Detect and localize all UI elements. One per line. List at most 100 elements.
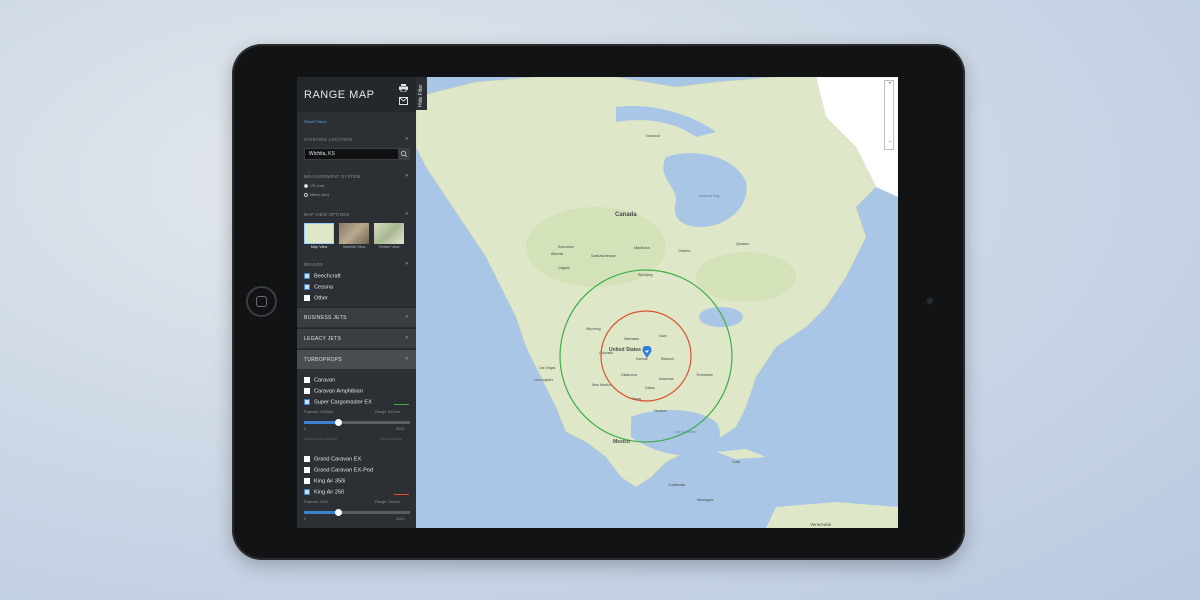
payload-text: Payload: 1000lbs	[304, 410, 334, 414]
radio-button[interactable]	[304, 193, 308, 197]
checkbox[interactable]	[304, 489, 310, 495]
zoom-control: + −	[884, 80, 894, 150]
brand-cessna[interactable]: Cessna	[304, 284, 333, 290]
label-oklahoma: Oklahoma	[621, 373, 637, 377]
label-colorado: Colorado	[599, 351, 613, 355]
measurement-label: MEASUREMENT SYSTEM	[304, 174, 361, 179]
label-los-angeles: Los Angeles	[534, 378, 553, 382]
map-view-thumb[interactable]	[304, 223, 334, 244]
aircraft-grand-caravan-ex-pod[interactable]: Grand Caravan EX-Pod	[304, 467, 373, 473]
slider-max: 2000	[396, 517, 405, 521]
label-missouri: Missouri	[661, 357, 674, 361]
label-edmonton: Edmonton	[558, 245, 574, 249]
map-view-label-text: Map View	[310, 245, 328, 249]
radio-button[interactable]	[304, 184, 308, 188]
start-location-pin[interactable]	[642, 346, 652, 358]
chevron-down-icon: ▾	[405, 356, 408, 362]
slider-handle[interactable]	[334, 419, 342, 426]
app-title: RANGE MAP	[304, 89, 375, 101]
slider-max: 3000	[396, 427, 405, 431]
aircraft-caravan-amphibian[interactable]: Caravan Amphibian	[304, 388, 363, 394]
payload-text: Payload: 1000	[304, 500, 329, 504]
checkbox-label: Super Cargomaster EX	[314, 399, 372, 406]
search-icon[interactable]	[398, 148, 410, 160]
label-manitoba: Manitoba	[634, 246, 651, 250]
label-cuba: Cuba	[732, 460, 740, 464]
label-mexico: Mexico	[613, 439, 630, 445]
terrain-view-thumb[interactable]	[374, 223, 404, 244]
payload-slider[interactable]	[304, 419, 410, 426]
home-button[interactable]	[246, 286, 277, 317]
hide-filter-tab[interactable]: Hide Filter	[416, 77, 427, 110]
payload-slider[interactable]	[304, 509, 410, 516]
label-winnipeg: Winnipeg	[638, 273, 653, 277]
checkbox-label: King Air 350i	[314, 478, 346, 485]
radio-label: Metric (km)	[310, 193, 329, 197]
range-map[interactable]: Canada United States Mexico Hudson Bay G…	[416, 77, 898, 528]
range-text: Range: 812nm	[375, 410, 400, 414]
checkbox-label: Cessna	[314, 284, 333, 291]
print-icon[interactable]	[399, 84, 408, 92]
checkbox[interactable]	[304, 467, 310, 473]
starting-location-label: STARTING LOCATION	[304, 137, 353, 142]
category-turboprops[interactable]: TURBOPROPS ▾	[297, 349, 416, 369]
radio-metric-km[interactable]: Metric (km)	[304, 193, 329, 197]
label-las-vegas: Las Vegas	[539, 366, 556, 370]
label-wyoming: Wyoming	[586, 327, 601, 331]
category-business-jets[interactable]: BUSINESS JETS ▾	[297, 307, 416, 327]
assumptions-link[interactable]: Assumptions	[380, 437, 402, 441]
slider-min: 0	[304, 427, 307, 431]
aircraft-king-air-350i[interactable]: King Air 350i	[304, 478, 345, 484]
category-legacy-jets[interactable]: LEGACY JETS ▾	[297, 328, 416, 348]
checkbox-label: Grand Caravan EX-Pod	[314, 467, 374, 474]
hide-filter-label: Hide Filter	[418, 84, 424, 107]
chevron-down-icon[interactable]: ▾	[405, 173, 408, 179]
chevron-down-icon: ▾	[405, 314, 408, 320]
label-texas: Texas	[632, 397, 641, 401]
label-houston: Houston	[654, 409, 667, 413]
label-venezuela: Venezuela	[810, 522, 832, 527]
zoom-out-button[interactable]: −	[886, 139, 894, 145]
checkbox[interactable]	[304, 456, 310, 462]
checkbox[interactable]	[304, 399, 310, 405]
brand-beechcraft[interactable]: Beechcraft	[304, 273, 341, 279]
sidebar-header: RANGE MAP	[297, 77, 416, 112]
slider-handle[interactable]	[334, 509, 342, 516]
checkbox-label: Caravan Amphibian	[314, 388, 363, 395]
brands-label: BRANDS	[304, 262, 324, 267]
mail-icon[interactable]	[399, 97, 408, 105]
explore-aircraft-link[interactable]: Explore this Aircraft	[304, 437, 337, 441]
slider-fill	[304, 511, 338, 514]
label-dallas: Dallas	[645, 386, 655, 390]
radio-us-nm[interactable]: US (nm)	[304, 184, 324, 188]
brand-other[interactable]: Other	[304, 295, 328, 301]
aircraft-super-cargomaster[interactable]: Super Cargomaster EX	[304, 399, 372, 405]
aircraft-caravan[interactable]: Caravan	[304, 377, 335, 383]
zoom-in-button[interactable]: +	[886, 81, 894, 87]
chevron-down-icon[interactable]: ▾	[405, 136, 408, 142]
checkbox[interactable]	[304, 284, 310, 290]
checkbox[interactable]	[304, 377, 310, 383]
aircraft-king-air-250[interactable]: King Air 250	[304, 489, 344, 495]
location-input[interactable]: Wichita, KS	[304, 148, 400, 160]
checkbox[interactable]	[304, 273, 310, 279]
front-camera	[926, 297, 934, 305]
checkbox[interactable]	[304, 388, 310, 394]
label-gulf: Gulf of Mexico	[674, 430, 696, 434]
checkbox[interactable]	[304, 295, 310, 301]
label-united-states: United States	[609, 347, 641, 353]
label-canada: Canada	[615, 212, 637, 218]
checkbox-label: King Air 250	[314, 489, 345, 496]
label-calgary: Calgary	[558, 266, 570, 270]
chevron-down-icon[interactable]: ▾	[405, 261, 408, 267]
range-color-swatch-green	[394, 404, 409, 405]
satellite-view-thumb[interactable]	[339, 223, 369, 244]
checkbox[interactable]	[304, 478, 310, 484]
label-alberta: Alberta	[551, 252, 564, 256]
label-saskatchewan: Saskatchewan	[591, 254, 616, 258]
forest-area-east	[696, 252, 796, 302]
reset-filters-link[interactable]: Reset Filters	[304, 119, 326, 124]
chevron-down-icon[interactable]: ▾	[405, 211, 408, 217]
map-view-label: MAP VIEW OPTIONS	[304, 212, 350, 217]
aircraft-grand-caravan-ex[interactable]: Grand Caravan EX	[304, 456, 361, 462]
